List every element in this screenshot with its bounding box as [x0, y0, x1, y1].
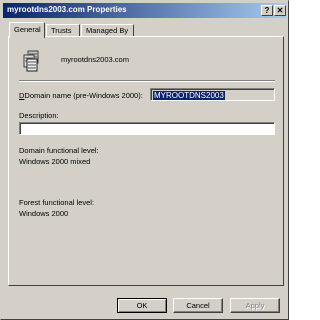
- pre2000-name-value: MYROOTDNS2003: [153, 91, 225, 100]
- window-title: myrootdns2003.com Properties: [7, 5, 127, 14]
- apply-button[interactable]: Apply: [230, 298, 280, 313]
- close-button[interactable]: ✕: [274, 5, 286, 16]
- domain-servers-icon: [23, 50, 39, 72]
- pre2000-name-field[interactable]: MYROOTDNS2003: [150, 88, 275, 101]
- tab-general[interactable]: General: [9, 22, 45, 38]
- ok-button[interactable]: OK: [117, 298, 167, 313]
- domain-level-label: Domain functional level:: [19, 146, 99, 155]
- description-input[interactable]: [20, 123, 274, 134]
- cancel-button[interactable]: Cancel: [173, 298, 223, 313]
- properties-dialog: myrootdns2003.com Properties ? ✕ General…: [0, 0, 289, 320]
- description-field[interactable]: [19, 122, 275, 135]
- domain-name-text: myrootdns2003.com: [61, 55, 129, 64]
- pre2000-name-label: DDomain name (pre-Windows 2000):: [19, 91, 143, 100]
- title-bar[interactable]: myrootdns2003.com Properties ? ✕: [3, 3, 286, 18]
- forest-level-label: Forest functional level:: [19, 198, 95, 207]
- general-tab-panel: myrootdns2003.com DDomain name (pre-Wind…: [8, 36, 284, 286]
- help-button[interactable]: ?: [261, 5, 273, 16]
- description-label: Description:: [19, 111, 59, 120]
- divider: [19, 80, 275, 82]
- forest-level-value: Windows 2000: [19, 209, 69, 218]
- domain-level-value: Windows 2000 mixed: [19, 157, 91, 166]
